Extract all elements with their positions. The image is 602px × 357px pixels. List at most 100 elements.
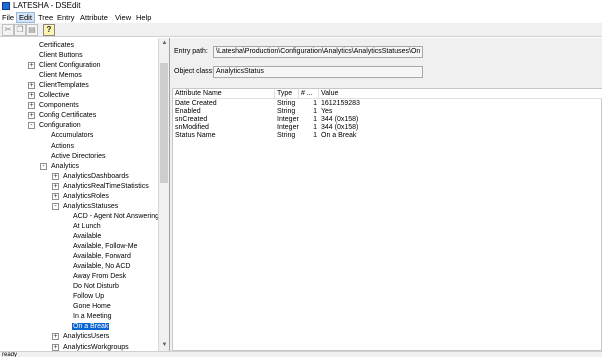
menu-help[interactable]: Help [134,12,153,23]
expand-icon[interactable]: + [52,343,59,351]
tree-item[interactable]: Available [72,232,102,242]
tree-item[interactable]: Available, Forward [72,252,132,262]
tree-item[interactable]: + Components [28,101,80,111]
attr-type-cell: String [277,108,296,115]
tree-item[interactable]: Active Directories [50,152,106,162]
tree-item[interactable]: + AnalyticsRoles [52,192,110,202]
tree-item[interactable]: + ClientTemplates [28,81,90,91]
tree-item-selected[interactable]: On a Break [72,322,110,332]
tree-item[interactable]: Actions [50,142,75,152]
tree-item[interactable]: + AnalyticsUsers [52,332,110,342]
collapse-icon[interactable]: - [40,162,47,170]
col-type[interactable]: Type [275,89,299,99]
attr-name-cell: snModified [175,124,209,131]
tree-item[interactable]: At Lunch [72,222,102,232]
col-attribute-name[interactable]: Attribute Name [173,89,275,99]
expand-icon[interactable]: + [28,102,35,110]
tree-item[interactable]: Certificates [38,41,75,51]
tree-item-label: Available, Forward [73,253,131,261]
tree-item-label: AnalyticsUsers [63,333,110,341]
tree-item[interactable]: Accumulators [50,131,94,141]
tree-item[interactable]: + Client Configuration [28,61,101,71]
attr-value-cell: 344 (0x158) [321,116,359,123]
tree-item-label: Actions [51,142,74,150]
scroll-up-icon[interactable]: ▲ [160,39,169,48]
menu-view[interactable]: View [113,12,133,23]
tree-item[interactable]: Follow Up [72,292,105,302]
menu-tree[interactable]: Tree [36,12,55,23]
collapse-icon[interactable]: - [52,202,59,210]
scroll-thumb[interactable] [160,63,168,183]
expand-icon[interactable]: + [28,92,35,100]
expand-icon[interactable]: + [28,82,35,90]
tree-item-label: AnalyticsRoles [63,192,109,200]
scroll-down-icon[interactable]: ▼ [160,341,169,350]
tree-item[interactable]: + AnalyticsWorkgroups [52,343,130,352]
title-bar: LATESHA - DSEdit [0,0,602,12]
tree-item[interactable]: Away From Desk [72,272,127,282]
tree-scrollbar[interactable]: ▲ ▼ [158,38,169,351]
attr-value-cell: Yes [321,108,333,115]
status-bar: ready [0,351,602,357]
object-class-field[interactable]: AnalyticsStatus [213,66,423,78]
copy-icon[interactable]: ❐ [14,24,26,36]
attr-name-cell: Enabled [175,108,201,115]
tree-item[interactable]: + AnalyticsDashboards [52,172,130,182]
tree-item[interactable]: - AnalyticsStatuses [52,202,119,212]
entry-path-field[interactable]: \Latesha\Production\Configuration\Analyt… [213,46,423,58]
help-icon[interactable]: ? [43,24,55,36]
attr-value-cell: On a Break [321,132,357,139]
tree-item[interactable]: Client Memos [38,71,83,81]
tree-item[interactable]: ACD - Agent Not Answering [72,212,160,222]
tree-item[interactable]: + Config Certificates [28,111,97,121]
window-title: LATESHA - DSEdit [13,1,81,10]
attr-type-cell: Integer [277,124,299,131]
attr-type-cell: String [277,100,296,107]
tree-item[interactable]: Gone Home [72,302,112,312]
attribute-table[interactable]: Attribute Name Type # ... Value Date Cre… [172,88,602,351]
menu-edit[interactable]: Edit [16,12,35,23]
tree-item[interactable]: In a Meeting [72,312,113,322]
table-row[interactable]: Date Created String 1 1612159283 [173,100,602,108]
table-row[interactable]: snCreated Integer 1 344 (0x158) [173,116,602,124]
col-count[interactable]: # ... [299,89,319,99]
tree-item[interactable]: Available, No ACD [72,262,131,272]
col-value[interactable]: Value [319,89,602,99]
attr-name-cell: Date Created [175,100,217,107]
attr-name-cell: snCreated [175,116,208,123]
collapse-icon[interactable]: - [28,122,35,130]
menu-entry[interactable]: Entry [55,12,77,23]
table-row[interactable]: Status Name String 1 On a Break [173,132,602,140]
attr-count-cell: 1 [313,124,317,131]
menu-file[interactable]: File [0,12,16,23]
details-pane: Entry path: \Latesha\Production\Configur… [170,38,602,351]
cut-icon[interactable]: ✂ [2,24,14,36]
expand-icon[interactable]: + [52,333,59,341]
tree-item[interactable]: + AnalyticsRealTimeStatistics [52,182,150,192]
attribute-table-header: Attribute Name Type # ... Value [173,89,602,99]
attr-count-cell: 1 [313,116,317,123]
tree-item[interactable]: - Analytics [40,162,80,172]
tree-item-label: Analytics [51,162,80,170]
tree-item[interactable]: + Collective [28,91,70,101]
tree-item[interactable]: Available, Follow-Me [72,242,138,252]
tree-item-label: AnalyticsWorkgroups [63,343,129,351]
expand-icon[interactable]: + [52,192,59,200]
expand-icon[interactable]: + [52,182,59,190]
table-row[interactable]: Enabled String 1 Yes [173,108,602,116]
menu-attribute[interactable]: Attribute [78,12,110,23]
tree-item[interactable]: Do Not Disturb [72,282,120,292]
expand-icon[interactable]: + [28,62,35,70]
tree-item[interactable]: Client Buttons [38,51,84,61]
expand-icon[interactable]: + [28,112,35,120]
tree-item[interactable]: - Configuration [28,121,82,131]
table-row[interactable]: snModified Integer 1 344 (0x158) [173,124,602,132]
tree-item-label: AnalyticsStatuses [63,202,119,210]
expand-icon[interactable]: + [52,172,59,180]
attr-count-cell: 1 [313,132,317,139]
tree-item-label: AnalyticsDashboards [63,172,129,180]
attr-type-cell: String [277,132,296,139]
paste-icon[interactable]: ▤ [26,24,38,36]
menu-bar: File Edit Tree Entry Attribute View Help [0,12,602,23]
tree-pane[interactable]: Certificates Client Buttons + Client Config… [0,38,170,351]
